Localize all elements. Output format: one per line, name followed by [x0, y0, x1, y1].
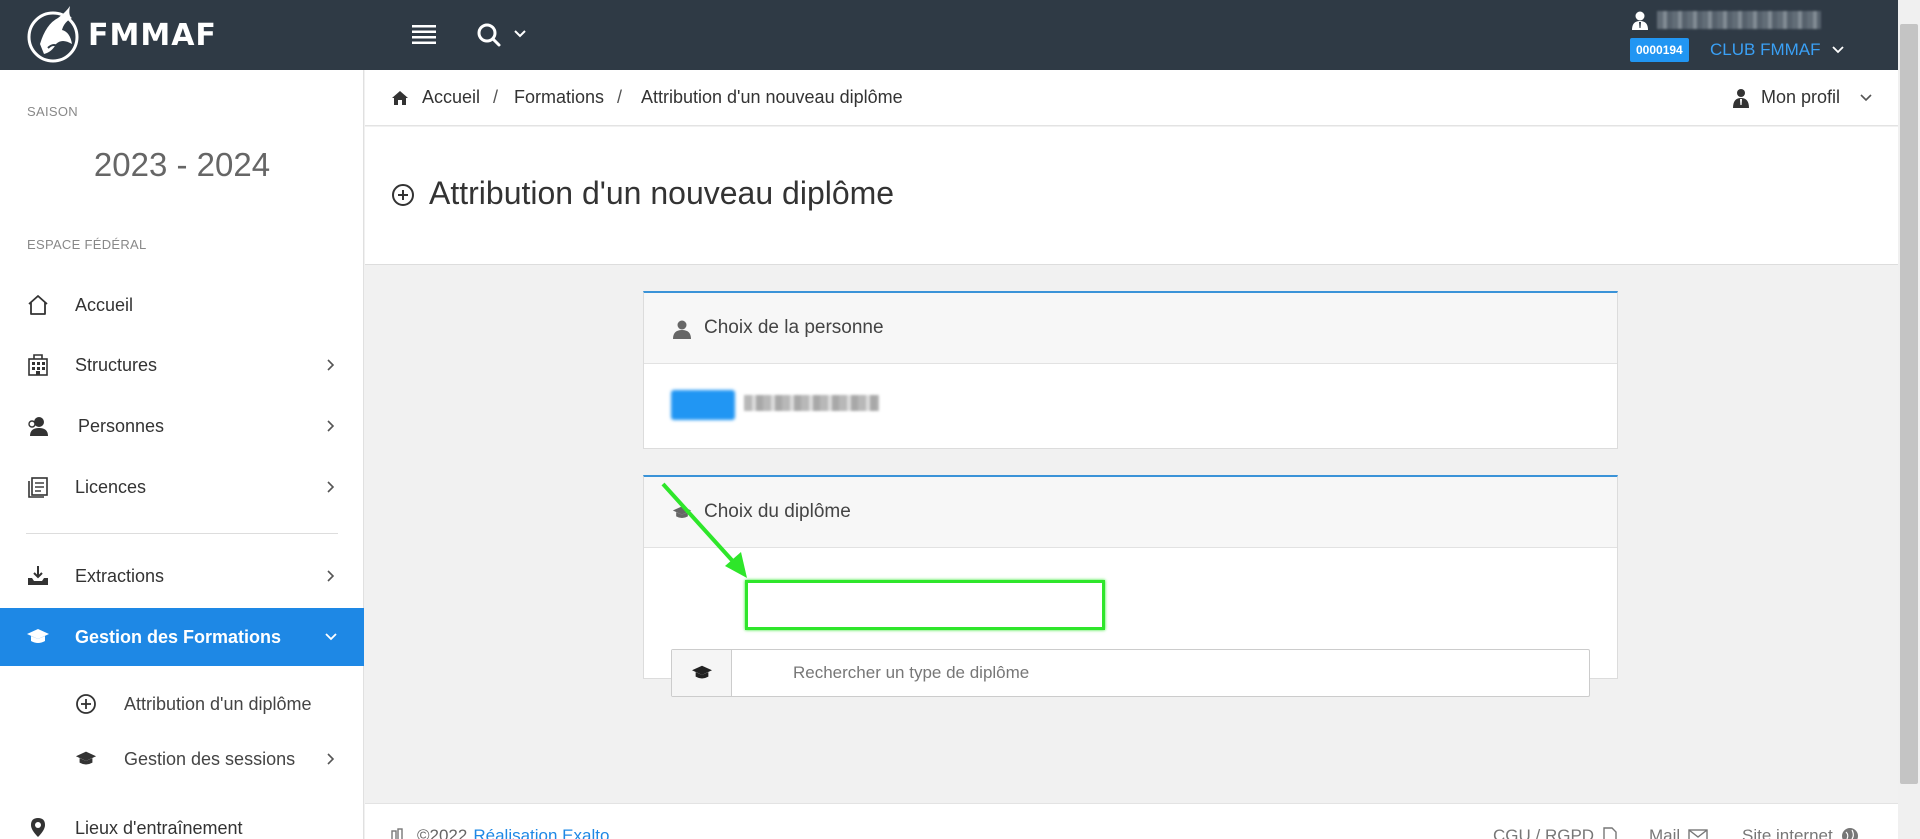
club-selector[interactable]: CLUB FMMAF — [1710, 38, 1821, 62]
plus-circle-icon — [76, 694, 96, 714]
chevron-down-icon[interactable] — [1830, 42, 1846, 58]
sidebar-subitem-sessions[interactable]: Gestion des sessions — [0, 734, 364, 784]
pdf-file-icon — [1603, 827, 1617, 839]
breadcrumb-separator: / — [617, 87, 623, 107]
chevron-down-icon[interactable] — [1859, 91, 1873, 105]
sidebar-item-licences[interactable]: Licences — [0, 458, 364, 516]
graduation-cap-icon — [75, 751, 97, 765]
graduation-cap-icon — [692, 665, 712, 679]
graduation-cap-icon — [27, 629, 49, 643]
sidebar-item-label: Personnes — [78, 415, 165, 436]
diploma-search-input[interactable] — [733, 650, 1589, 696]
breadcrumb-current: Attribution d'un nouveau diplôme — [641, 87, 903, 107]
section-caption: ESPACE FÉDÉRAL — [27, 237, 147, 252]
sidebar-item-label: Structures — [75, 354, 158, 375]
chevron-right-icon — [327, 753, 335, 765]
user-name-redacted — [1657, 11, 1821, 29]
season-value[interactable]: 2023 - 2024 — [0, 146, 364, 184]
footer-cgu-link[interactable]: CGU / RGPD — [1493, 826, 1618, 839]
chevron-right-icon — [327, 420, 335, 432]
sidebar-item-label: Lieux d'entraînement — [75, 817, 243, 838]
sidebar: SAISON 2023 - 2024 ESPACE FÉDÉRAL Accuei… — [0, 70, 364, 839]
diploma-panel-title: Choix du diplôme — [704, 501, 851, 522]
sidebar-item-personnes[interactable]: Personnes — [0, 397, 364, 455]
home-icon[interactable] — [391, 89, 409, 107]
season-caption: SAISON — [27, 104, 78, 119]
sidebar-item-lieux[interactable]: Lieux d'entraînement — [0, 799, 364, 839]
globe-icon — [1841, 828, 1858, 839]
diploma-panel-header: Choix du diplôme — [644, 477, 1617, 548]
exalto-logo-icon — [391, 828, 403, 839]
person-panel-title: Choix de la personne — [704, 317, 884, 338]
footer: ©2022 Réalisation Exalto CGU / RGPD Mail… — [365, 803, 1898, 839]
home-icon — [28, 295, 48, 315]
person-panel-header: Choix de la personne — [644, 293, 1617, 364]
page-header: Attribution d'un nouveau diplôme — [365, 127, 1898, 265]
page-title: Attribution d'un nouveau diplôme — [429, 175, 895, 211]
footer-site-label: Site internet — [1742, 826, 1833, 839]
club-code-badge: 0000194 — [1630, 38, 1689, 62]
footer-copyright: ©2022 — [417, 826, 468, 839]
people-icon — [28, 417, 48, 436]
graduation-cap-icon — [672, 506, 692, 518]
user-icon — [673, 320, 691, 339]
profile-icon[interactable] — [1732, 88, 1750, 108]
chevron-right-icon — [327, 481, 335, 493]
sidebar-item-gestion-formations[interactable]: Gestion des Formations — [0, 608, 364, 666]
breadcrumb-separator: / — [493, 87, 499, 107]
sidebar-item-label: Extractions — [75, 565, 165, 586]
sidebar-subitem-attribution[interactable]: Attribution d'un diplôme — [0, 679, 364, 729]
sidebar-item-structures[interactable]: Structures — [0, 336, 364, 394]
footer-mail-link[interactable]: Mail — [1649, 826, 1708, 839]
sidebar-divider — [26, 533, 338, 534]
footer-mail-label: Mail — [1649, 826, 1681, 839]
chevron-right-icon — [327, 359, 335, 371]
person-id-badge-redacted[interactable] — [671, 390, 735, 420]
mail-icon — [1688, 829, 1708, 839]
user-icon — [1632, 11, 1648, 30]
footer-cgu-label: CGU / RGPD — [1493, 826, 1595, 839]
sidebar-subitem-label: Gestion des sessions — [124, 748, 296, 769]
plus-circle-icon — [392, 184, 414, 206]
scrollbar-thumb[interactable] — [1900, 24, 1918, 784]
footer-credits: ©2022 Réalisation Exalto — [391, 826, 609, 839]
map-pin-icon — [31, 818, 45, 837]
brand-logo[interactable]: FMMAF — [26, 4, 217, 66]
search-icon[interactable] — [474, 20, 534, 50]
sidebar-subitem-label: Attribution d'un diplôme — [124, 693, 312, 714]
sidebar-item-label: Gestion des Formations — [75, 626, 282, 647]
profile-menu[interactable]: Mon profil — [1761, 87, 1840, 108]
breadcrumb: Accueil / Formations / Attribution d'un … — [365, 70, 1898, 126]
sidebar-item-accueil[interactable]: Accueil — [0, 276, 364, 334]
person-name-redacted — [744, 395, 879, 411]
person-panel: Choix de la personne — [643, 291, 1618, 449]
sidebar-item-label: Accueil — [75, 294, 134, 315]
download-tray-icon — [28, 566, 48, 585]
brand-name: FMMAF — [88, 17, 217, 53]
top-navbar: FMMAF 0000194 CLUB FMMAF — [0, 0, 1898, 70]
building-icon — [28, 354, 48, 376]
diploma-search-addon — [672, 650, 732, 696]
sidebar-item-label: Licences — [75, 476, 147, 497]
chevron-down-icon — [325, 633, 337, 641]
footer-site-link[interactable]: Site internet — [1742, 826, 1859, 839]
diploma-search-group — [671, 649, 1590, 697]
rooster-logo-icon — [27, 6, 79, 63]
diploma-panel: Choix du diplôme — [643, 475, 1618, 697]
menu-toggle-icon[interactable] — [410, 22, 438, 48]
breadcrumb-link-accueil[interactable]: Accueil — [422, 87, 480, 108]
breadcrumb-link-formations[interactable]: Formations — [514, 87, 604, 108]
chevron-right-icon — [327, 570, 335, 582]
footer-credit-link[interactable]: Réalisation Exalto — [473, 826, 609, 839]
license-icon — [28, 477, 48, 498]
sidebar-item-extractions[interactable]: Extractions — [0, 547, 364, 605]
